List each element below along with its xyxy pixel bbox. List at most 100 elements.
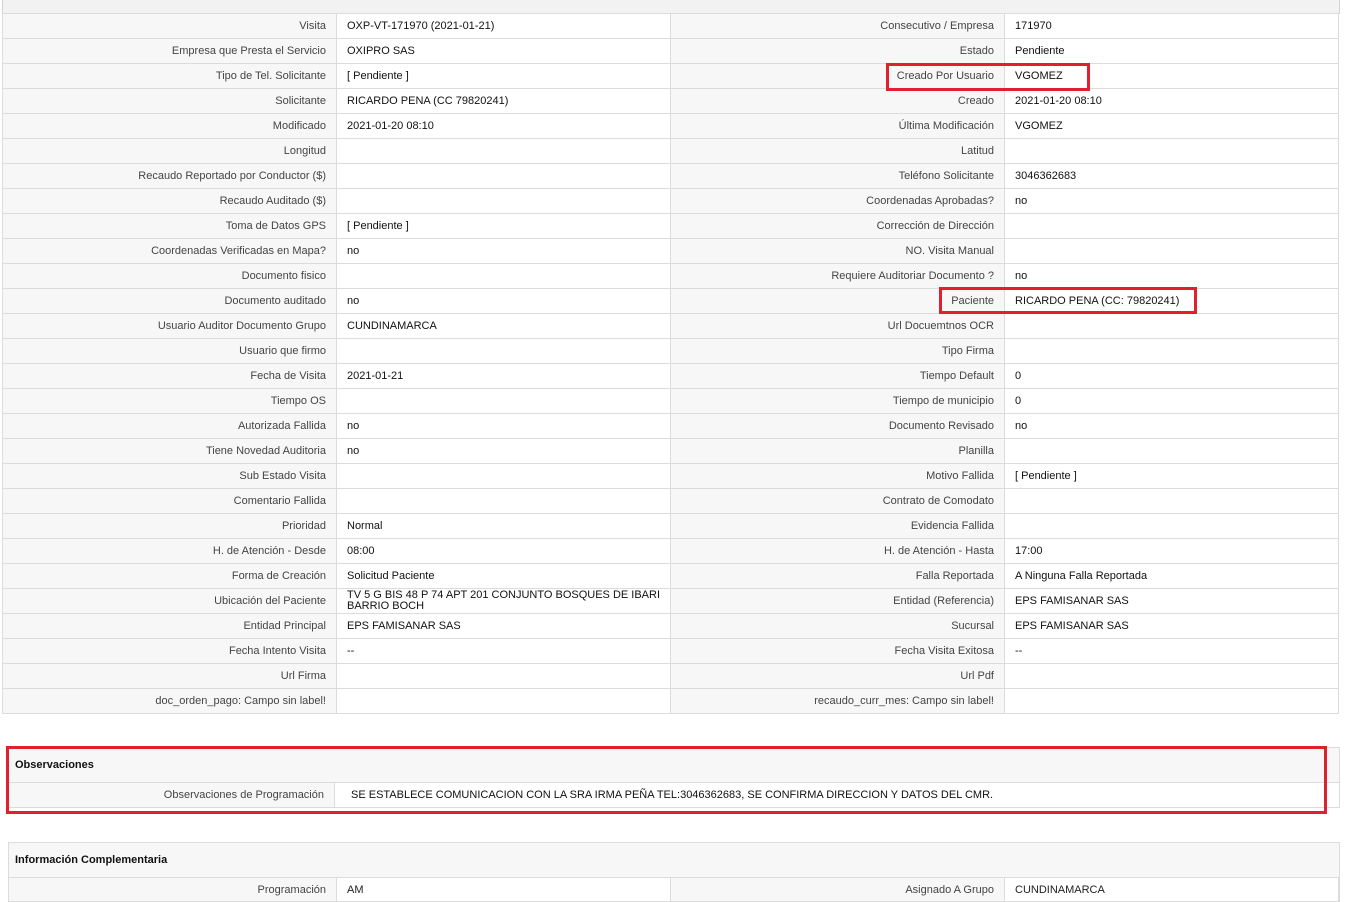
field-label: H. de Atención - Desde [3, 539, 337, 564]
field-label-text: Fecha Visita Exitosa [895, 645, 994, 657]
field-label: Documento fisico [3, 264, 337, 289]
table-row: Url FirmaUrl Pdf [3, 664, 1339, 689]
field-value-text: [ Pendiente ] [1015, 470, 1077, 482]
field-label: Documento auditado [3, 289, 337, 314]
field-value-text: CUNDINAMARCA [347, 320, 437, 332]
field-label-text: Falla Reportada [916, 570, 994, 582]
field-label-text: Sucursal [951, 620, 994, 632]
field-value: 0 [1005, 364, 1339, 389]
field-label: Forma de Creación [3, 564, 337, 589]
complementaria-table: Programación AM Asignado A Grupo CUNDINA… [8, 877, 1339, 902]
field-label: Recaudo Reportado por Conductor ($) [3, 164, 337, 189]
field-value-text: Solicitud Paciente [347, 570, 434, 582]
table-row: Coordenadas Verificadas en Mapa? noNO. V… [3, 239, 1339, 264]
field-value-text: RICARDO PENA (CC: 79820241) [1015, 295, 1179, 307]
field-label-text: Ubicación del Paciente [214, 595, 326, 607]
field-value: CUNDINAMARCA [337, 314, 671, 339]
field-value-text: no [1015, 195, 1027, 207]
field-value-text: no [347, 420, 359, 432]
field-label: Entidad Principal [3, 614, 337, 639]
field-label-text: Documento fisico [242, 270, 326, 282]
field-label: Planilla [671, 439, 1005, 464]
field-label: Modificado [3, 114, 337, 139]
field-label-text: Tiempo Default [920, 370, 994, 382]
field-value: RICARDO PENA (CC: 79820241) [1005, 289, 1339, 314]
table-row: Toma de Datos GPS[ Pendiente ]Corrección… [3, 214, 1339, 239]
field-label: Url Firma [3, 664, 337, 689]
field-value: A Ninguna Falla Reportada [1005, 564, 1339, 589]
field-label: Latitud [671, 139, 1005, 164]
field-value-text: -- [347, 645, 354, 657]
complementaria-section: Información Complementaria Programación … [8, 842, 1340, 902]
field-value: -- [1005, 639, 1339, 664]
field-label: Solicitante [3, 89, 337, 114]
field-value: TV 5 G BIS 48 P 74 APT 201 CONJUNTO BOSQ… [337, 589, 671, 614]
field-label: Visita [3, 14, 337, 39]
field-label: Entidad (Referencia) [671, 589, 1005, 614]
field-label-text: Url Docuemtnos OCR [888, 320, 994, 332]
table-row: Modificado2021-01-20 08:10Última Modific… [3, 114, 1339, 139]
field-label: Tiempo OS [3, 389, 337, 414]
field-value-text: 08:00 [347, 545, 375, 557]
field-label-text: doc_orden_pago: Campo sin label! [155, 695, 326, 707]
field-value [337, 489, 671, 514]
field-value: VGOMEZ [1005, 64, 1339, 89]
field-value-text: 171970 [1015, 20, 1052, 32]
field-label-text: Comentario Fallida [234, 495, 326, 507]
table-row: Tiene Novedad Auditoria noPlanilla [3, 439, 1339, 464]
field-value [337, 689, 671, 714]
field-value [1005, 214, 1339, 239]
field-label: Paciente [671, 289, 1005, 314]
field-value: 171970 [1005, 14, 1339, 39]
field-value: [ Pendiente ] [337, 214, 671, 239]
field-label-text: Coordenadas Aprobadas? [866, 195, 994, 207]
field-label-text: Longitud [284, 145, 326, 157]
field-label: Contrato de Comodato [671, 489, 1005, 514]
field-label-text: Modificado [273, 120, 326, 132]
section-header-top [2, 0, 1340, 14]
field-value-text: A Ninguna Falla Reportada [1015, 570, 1147, 582]
field-value: 2021-01-21 [337, 364, 671, 389]
field-label-text: Toma de Datos GPS [226, 220, 326, 232]
field-label: Evidencia Fallida [671, 514, 1005, 539]
table-row: Entidad PrincipalEPS FAMISANAR SASSucurs… [3, 614, 1339, 639]
field-value-text: 17:00 [1015, 545, 1043, 557]
field-label-text: Empresa que Presta el Servicio [172, 45, 326, 57]
field-value: [ Pendiente ] [1005, 464, 1339, 489]
field-label: Tiene Novedad Auditoria [3, 439, 337, 464]
field-value-text: 0 [1015, 370, 1021, 382]
field-value-text: [ Pendiente ] [347, 70, 409, 82]
field-label: Comentario Fallida [3, 489, 337, 514]
field-value [337, 389, 671, 414]
field-value: VGOMEZ [1005, 114, 1339, 139]
field-value: Solicitud Paciente [337, 564, 671, 589]
field-value-text: EPS FAMISANAR SAS [1015, 595, 1129, 607]
table-row: Autorizada Fallida noDocumento Revisado … [3, 414, 1339, 439]
field-label-text: Planilla [959, 445, 994, 457]
field-value [1005, 689, 1339, 714]
field-value-text: VGOMEZ [1015, 120, 1063, 132]
field-label-text: Fecha Intento Visita [229, 645, 326, 657]
table-row: Fecha Intento Visita -- Fecha Visita Exito… [3, 639, 1339, 664]
field-value: 2021-01-20 08:10 [1005, 89, 1339, 114]
field-label: Teléfono Solicitante [671, 164, 1005, 189]
field-value [1005, 139, 1339, 164]
field-label-text: Documento Revisado [889, 420, 994, 432]
field-label: Longitud [3, 139, 337, 164]
field-label: Usuario Auditor Documento Grupo [3, 314, 337, 339]
field-label-text: Usuario que firmo [239, 345, 326, 357]
field-value: OXIPRO SAS [337, 39, 671, 64]
field-label-text: Contrato de Comodato [883, 495, 994, 507]
field-label: H. de Atención - Hasta [671, 539, 1005, 564]
field-label: NO. Visita Manual [671, 239, 1005, 264]
field-label-text: Última Modificación [899, 120, 994, 132]
field-label-text: Evidencia Fallida [911, 520, 994, 532]
field-label-text: Coordenadas Verificadas en Mapa? [151, 245, 326, 257]
table-row: Recaudo Auditado ($)Coordenadas Aprobada… [3, 189, 1339, 214]
field-label: Creado Por Usuario [671, 64, 1005, 89]
field-label: Requiere Auditoriar Documento ? [671, 264, 1005, 289]
table-row: Tipo de Tel. Solicitante[ Pendiente ]Cre… [3, 64, 1339, 89]
field-value [1005, 314, 1339, 339]
field-value: no [337, 289, 671, 314]
field-label: Sucursal [671, 614, 1005, 639]
